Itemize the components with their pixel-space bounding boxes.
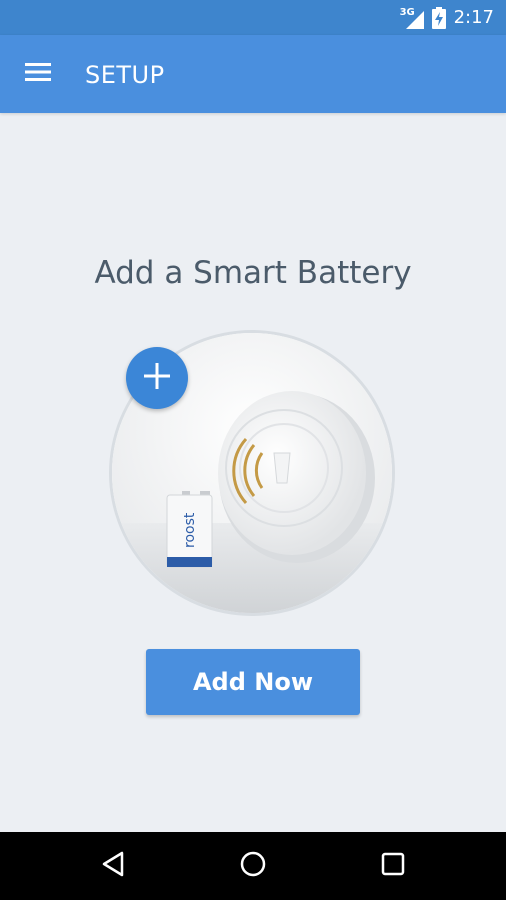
nav-bar xyxy=(0,832,506,900)
page-title: SETUP xyxy=(85,61,165,89)
status-icons: 3G 2:17 xyxy=(400,0,494,35)
add-now-button[interactable]: Add Now xyxy=(146,649,360,715)
svg-text:roost: roost xyxy=(182,512,198,548)
back-button[interactable] xyxy=(73,832,153,900)
recents-icon xyxy=(381,852,405,881)
menu-button[interactable] xyxy=(18,59,58,89)
clock: 2:17 xyxy=(453,7,494,28)
back-icon xyxy=(101,851,125,882)
plus-icon xyxy=(144,362,170,394)
recents-button[interactable] xyxy=(353,832,433,900)
headline: Add a Smart Battery xyxy=(94,255,412,291)
signal-icon xyxy=(405,10,424,29)
home-icon xyxy=(240,851,266,882)
add-fab-button[interactable] xyxy=(126,347,188,409)
battery-illustration: roost xyxy=(166,491,213,568)
battery-charging-icon xyxy=(431,6,446,29)
status-bar: 3G 2:17 xyxy=(0,0,506,35)
hamburger-menu-icon xyxy=(25,62,51,86)
app-bar: SETUP xyxy=(0,35,506,113)
home-button[interactable] xyxy=(213,832,293,900)
network-indicator: 3G xyxy=(400,7,424,29)
